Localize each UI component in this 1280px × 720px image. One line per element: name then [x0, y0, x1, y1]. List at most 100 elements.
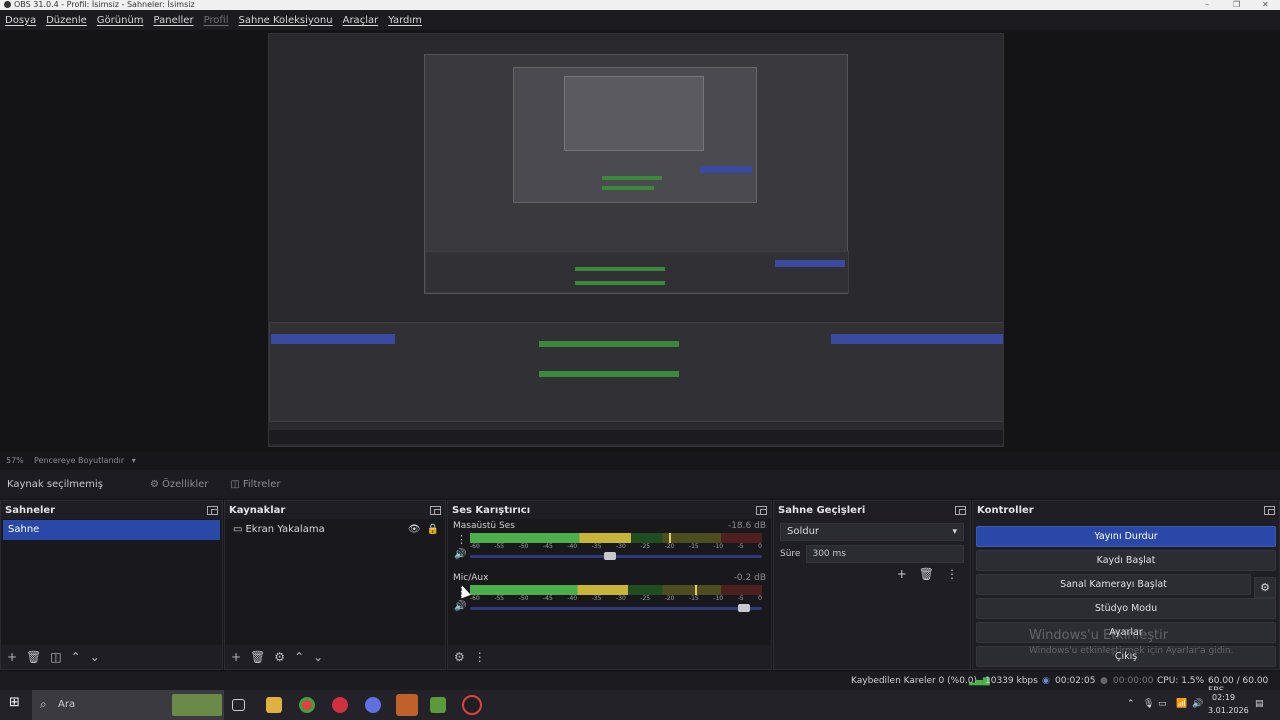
menu-kebab-icon[interactable]: ⋮	[946, 567, 958, 581]
volume-slider-knob[interactable]	[604, 552, 616, 560]
preview-canvas[interactable]	[268, 33, 1004, 447]
wifi-icon[interactable]: 📶	[1176, 699, 1187, 709]
volume-icon[interactable]: 🔊	[1192, 699, 1203, 709]
status-bar: Kaybedilen Kareler 0 (%0.0) ▂▄▆ 10339 kb…	[0, 672, 1280, 696]
scale-tick: -35	[591, 543, 602, 550]
scale-tick: -30	[615, 595, 626, 602]
start-virtual-camera-button[interactable]: Sanal Kamerayı Başlat	[976, 574, 1251, 595]
move-down-icon[interactable]: ⌄	[90, 650, 100, 664]
stream-icon: ◉	[1042, 676, 1050, 686]
gear-icon[interactable]: ⚙	[274, 650, 285, 664]
undock-icon[interactable]	[207, 505, 218, 515]
trash-icon[interactable]: 🗑	[26, 650, 41, 664]
properties-button[interactable]: ⚙ Özellikler	[150, 479, 208, 490]
media-player-icon[interactable]	[332, 697, 348, 713]
stop-stream-button[interactable]: Yayını Durdur	[976, 526, 1276, 547]
taskbar-search[interactable]: ⌕ Ara	[32, 690, 224, 720]
steam-icon[interactable]	[396, 694, 418, 716]
windows-start-icon[interactable]: ⊞	[9, 695, 25, 711]
menu-scene-collection[interactable]: Sahne Koleksiyonu	[239, 15, 333, 26]
nested-meter	[539, 341, 679, 347]
transitions-body: Soldur Süre 300 ms + 🗑 ⋮	[774, 519, 970, 645]
speaker-icon[interactable]: 🔊	[454, 601, 466, 612]
duration-input[interactable]: 300 ms	[806, 545, 964, 563]
speaker-icon[interactable]: 🔊	[454, 549, 466, 560]
lock-icon[interactable]: 🔒	[427, 524, 439, 535]
record-icon: ●	[1100, 676, 1108, 686]
nested-capture-innermost	[564, 76, 704, 151]
task-view-icon[interactable]	[232, 699, 245, 711]
fit-label[interactable]: Pencereye Boyutlandır	[34, 456, 124, 465]
scale-tick: -10	[713, 595, 724, 602]
gear-icon: ⚙	[150, 478, 159, 490]
filters-button[interactable]: ◫ Filtreler	[230, 479, 280, 490]
clock-time[interactable]: 02:19	[1212, 693, 1235, 702]
undock-icon[interactable]	[756, 505, 767, 515]
add-transition-icon[interactable]: +	[897, 567, 907, 581]
undock-icon[interactable]	[1264, 505, 1275, 515]
scene-item[interactable]: Sahne	[3, 520, 220, 540]
nested-docks	[425, 251, 849, 293]
source-item[interactable]: ▭ Ekran Yakalama 👁 🔒	[225, 519, 445, 539]
volume-slider[interactable]	[470, 552, 762, 560]
scale-tick: -45	[542, 595, 553, 602]
filter-icon[interactable]: ◫	[50, 650, 61, 664]
menu-kebab-icon[interactable]: ⋮	[474, 650, 486, 664]
advanced-audio-icon[interactable]: ⚙	[454, 650, 465, 664]
move-up-icon[interactable]: ⌃	[294, 650, 304, 664]
menu-view[interactable]: Görünüm	[97, 15, 144, 26]
bitrate: 10339 kbps	[985, 676, 1038, 686]
scale-tick: 0	[758, 543, 762, 550]
nested-meter	[575, 267, 665, 271]
volume-slider-knob[interactable]	[738, 604, 751, 612]
obs-icon[interactable]	[462, 695, 482, 715]
tray-chevron-icon[interactable]: ⌃	[1127, 699, 1135, 709]
menu-profile[interactable]: Profil	[204, 15, 229, 26]
move-up-icon[interactable]: ⌃	[71, 650, 81, 664]
duration-label: Süre	[780, 549, 801, 559]
mic-icon[interactable]: 🎙	[1143, 699, 1154, 709]
close-icon[interactable]: ✕	[1262, 0, 1269, 10]
clock-date[interactable]: 3.01.2026	[1208, 706, 1249, 715]
file-explorer-icon[interactable]	[266, 697, 282, 713]
minimize-icon[interactable]: –	[1205, 0, 1209, 10]
menu-tools[interactable]: Araçlar	[343, 15, 379, 26]
add-source-icon[interactable]: +	[231, 650, 241, 664]
menu-docks[interactable]: Paneller	[154, 15, 194, 26]
studio-mode-button[interactable]: Stüdyo Modu	[976, 598, 1276, 619]
eye-icon[interactable]: 👁	[408, 524, 421, 535]
no-source-label: Kaynak seçilmemiş	[7, 478, 103, 490]
scale-tick: -50	[518, 595, 529, 602]
undock-icon[interactable]	[955, 505, 966, 515]
notification-icon[interactable]: ▤	[1255, 699, 1264, 709]
zoom-dropdown-icon[interactable]: ▾	[132, 456, 136, 465]
virtual-camera-gear-icon[interactable]: ⚙	[1254, 577, 1276, 598]
menu-file[interactable]: Dosya	[5, 15, 36, 26]
menu-edit[interactable]: Düzenle	[46, 15, 87, 26]
menu-help[interactable]: Yardım	[388, 15, 422, 26]
stream-time: 00:02:05	[1055, 676, 1096, 686]
preview-area[interactable]	[0, 30, 1280, 452]
chrome-icon[interactable]	[299, 697, 315, 713]
activation-watermark-sub: Windows'u etkinleştirmek için Ayarlar'a …	[1029, 646, 1234, 656]
network-icon[interactable]: ▭	[1158, 699, 1167, 709]
start-recording-button[interactable]: Kaydı Başlat	[976, 550, 1276, 571]
add-scene-icon[interactable]: +	[7, 650, 17, 664]
transition-select[interactable]: Soldur	[780, 523, 964, 541]
scale-tick: -15	[688, 543, 699, 550]
channel-menu-kebab-icon[interactable]: ⋮	[456, 533, 467, 546]
minecraft-icon[interactable]	[430, 697, 446, 713]
trash-icon[interactable]: 🗑	[250, 650, 265, 664]
scale-tick: -45	[542, 543, 553, 550]
zoom-level[interactable]: 57%	[6, 456, 24, 465]
undock-icon[interactable]	[430, 505, 441, 515]
discord-icon[interactable]	[365, 697, 381, 713]
monitor-icon: ▭	[233, 523, 243, 535]
transitions-title: Sahne Geçişleri	[778, 504, 866, 516]
scale-tick: -25	[640, 595, 651, 602]
move-down-icon[interactable]: ⌄	[313, 650, 323, 664]
menu-bar: Dosya Düzenle Görünüm Paneller Profil Sa…	[0, 10, 1280, 30]
maximize-icon[interactable]: ❐	[1233, 0, 1240, 10]
trash-icon[interactable]: 🗑	[919, 567, 934, 581]
volume-slider[interactable]	[470, 604, 762, 612]
